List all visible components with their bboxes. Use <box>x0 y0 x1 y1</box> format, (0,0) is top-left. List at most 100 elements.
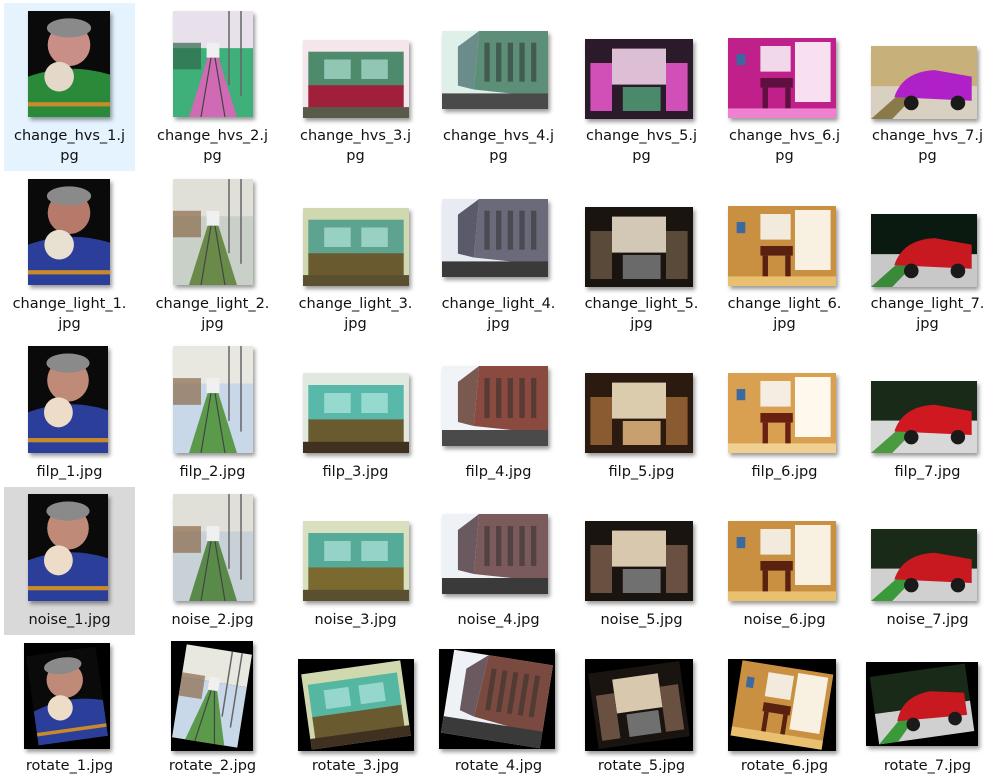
image-file-icon <box>871 529 977 601</box>
thumbnail <box>290 635 421 751</box>
file-item[interactable]: filp_7.jpg <box>862 339 993 487</box>
file-item[interactable]: change_light_7. jpg <box>862 171 993 339</box>
thumbnail <box>4 3 135 119</box>
thumbnail <box>4 171 135 287</box>
image-file-icon <box>871 381 977 453</box>
file-item[interactable]: filp_3.jpg <box>290 339 421 487</box>
file-name-label: filp_5.jpg <box>608 464 675 480</box>
thumbnail-image <box>442 199 548 277</box>
image-file-icon <box>585 39 693 119</box>
file-name-label: filp_4.jpg <box>465 464 532 480</box>
file-item[interactable]: noise_5.jpg <box>576 487 707 635</box>
image-file-icon <box>728 38 836 118</box>
file-item[interactable]: noise_4.jpg <box>433 487 564 635</box>
file-name-label: change_hvs_1.j pg <box>13 128 126 164</box>
file-item[interactable]: noise_7.jpg <box>862 487 993 635</box>
thumbnail <box>719 487 850 603</box>
file-item[interactable]: noise_1.jpg <box>4 487 135 635</box>
file-item[interactable]: change_light_1. jpg <box>4 171 135 339</box>
file-item[interactable]: rotate_1.jpg <box>4 635 135 782</box>
image-file-icon <box>871 46 977 119</box>
file-item[interactable]: noise_6.jpg <box>719 487 850 635</box>
thumbnail <box>4 339 135 455</box>
file-name-label: filp_3.jpg <box>322 464 389 480</box>
file-item[interactable]: change_hvs_3.j pg <box>290 3 421 171</box>
thumbnail <box>147 635 278 751</box>
file-item[interactable]: noise_3.jpg <box>290 487 421 635</box>
image-file-icon <box>303 373 409 453</box>
file-item[interactable]: noise_2.jpg <box>147 487 278 635</box>
file-item[interactable]: change_light_5. jpg <box>576 171 707 339</box>
file-name-label: noise_1.jpg <box>28 612 111 628</box>
thumbnail-image <box>442 366 548 446</box>
thumbnail-image <box>442 31 548 109</box>
image-file-icon <box>728 206 836 286</box>
file-item[interactable]: rotate_3.jpg <box>290 635 421 782</box>
thumbnail <box>290 3 421 119</box>
file-item[interactable]: change_light_2. jpg <box>147 171 278 339</box>
thumbnail <box>433 171 564 287</box>
file-name-label: noise_6.jpg <box>743 612 826 628</box>
thumbnail-image <box>728 373 836 453</box>
file-name-label: rotate_3.jpg <box>311 758 400 774</box>
thumbnail <box>4 487 135 603</box>
thumbnail-image <box>173 346 253 454</box>
thumbnail-image <box>728 206 836 286</box>
file-name-label: change_light_5. jpg <box>584 296 699 332</box>
thumbnail-image <box>871 529 977 601</box>
thumbnail-image <box>298 659 414 751</box>
image-file-icon <box>28 494 108 601</box>
file-name-label: rotate_5.jpg <box>597 758 686 774</box>
thumbnail <box>576 487 707 603</box>
thumbnail-image <box>28 11 110 117</box>
file-item[interactable]: change_hvs_5.j pg <box>576 3 707 171</box>
file-name-label: change_light_1. jpg <box>12 296 127 332</box>
file-item[interactable]: change_hvs_1.j pg <box>4 3 135 171</box>
file-item[interactable]: change_hvs_4.j pg <box>433 3 564 171</box>
thumbnail <box>290 487 421 603</box>
file-item[interactable]: rotate_5.jpg <box>576 635 707 782</box>
thumbnail-image <box>585 373 693 453</box>
file-item[interactable]: filp_5.jpg <box>576 339 707 487</box>
file-item[interactable]: rotate_6.jpg <box>719 635 850 782</box>
file-item[interactable]: change_light_6. jpg <box>719 171 850 339</box>
thumbnail <box>719 171 850 287</box>
thumbnail-image <box>28 494 108 601</box>
file-item[interactable]: change_light_3. jpg <box>290 171 421 339</box>
image-file-icon <box>585 659 693 751</box>
file-item[interactable]: change_hvs_2.j pg <box>147 3 278 171</box>
image-file-icon <box>728 659 836 751</box>
file-name-label: change_hvs_7.j pg <box>871 128 984 164</box>
image-file-icon <box>585 373 693 453</box>
file-name-label: rotate_2.jpg <box>168 758 257 774</box>
thumbnail <box>719 635 850 751</box>
file-item[interactable]: filp_4.jpg <box>433 339 564 487</box>
file-name-label: change_hvs_2.j pg <box>156 128 269 164</box>
file-item[interactable]: rotate_7.jpg <box>862 635 993 782</box>
file-item[interactable]: change_light_4. jpg <box>433 171 564 339</box>
image-file-icon <box>866 662 978 746</box>
file-name-label: filp_6.jpg <box>751 464 818 480</box>
thumbnail-image <box>866 662 978 746</box>
thumbnail <box>576 171 707 287</box>
file-item[interactable]: rotate_4.jpg <box>433 635 564 782</box>
thumbnail-image <box>728 659 836 751</box>
file-item[interactable]: change_hvs_7.j pg <box>862 3 993 171</box>
thumbnail-image <box>871 381 977 453</box>
thumbnail <box>862 339 993 455</box>
file-name-label: noise_5.jpg <box>600 612 683 628</box>
image-file-icon <box>173 179 253 286</box>
image-file-icon <box>439 649 555 749</box>
thumbnail-image <box>28 346 108 453</box>
file-item[interactable]: filp_2.jpg <box>147 339 278 487</box>
thumbnail <box>433 635 564 751</box>
file-item[interactable]: filp_6.jpg <box>719 339 850 487</box>
file-item[interactable]: rotate_2.jpg <box>147 635 278 782</box>
thumbnail-image <box>28 179 110 285</box>
thumbnail-image <box>585 207 693 287</box>
image-file-icon <box>442 514 548 594</box>
thumbnail <box>862 171 993 287</box>
file-item[interactable]: change_hvs_6.j pg <box>719 3 850 171</box>
file-item[interactable]: filp_1.jpg <box>4 339 135 487</box>
image-file-icon <box>173 494 253 602</box>
